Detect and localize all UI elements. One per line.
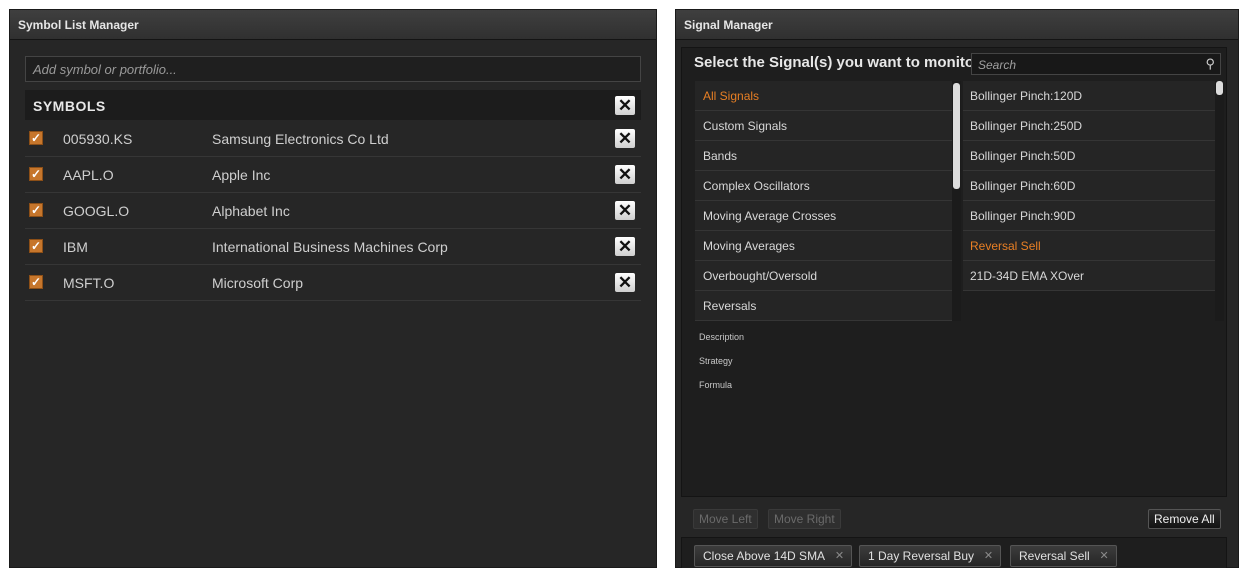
- signal-item[interactable]: Reversal Sell: [963, 231, 1215, 261]
- selected-signal-chip[interactable]: Reversal Sell ✕: [1010, 545, 1117, 567]
- signal-list: Bollinger Pinch:120D Bollinger Pinch:250D…: [963, 81, 1215, 321]
- move-right-button[interactable]: Move Right: [768, 509, 841, 529]
- category-item[interactable]: Bands: [695, 141, 952, 171]
- category-item[interactable]: Moving Average Crosses: [695, 201, 952, 231]
- category-list: All Signals Custom Signals Bands Complex Os…: [695, 81, 952, 321]
- signal-item[interactable]: Bollinger Pinch:50D: [963, 141, 1215, 171]
- category-item[interactable]: Custom Signals: [695, 111, 952, 141]
- panel-title: Symbol List Manager: [10, 10, 656, 40]
- symbol-row[interactable]: ✓ IBM International Business Machines Corp…: [25, 229, 641, 265]
- signal-heading: Select the Signal(s) you want to monitor: [694, 54, 980, 71]
- category-item[interactable]: Complex Oscillators: [695, 171, 952, 201]
- symbols-header: SYMBOLS ✕: [25, 90, 641, 120]
- selected-signals-tray: Close Above 14D SMA ✕ 1 Day Reversal Buy ✕ R…: [681, 537, 1227, 568]
- signal-selector: Select the Signal(s) you want to monitor…: [681, 47, 1227, 497]
- category-scrollbar[interactable]: [952, 81, 961, 321]
- symbol-checkbox[interactable]: ✓: [29, 275, 43, 289]
- category-item[interactable]: Overbought/Oversold: [695, 261, 952, 291]
- remove-symbol-button[interactable]: ✕: [615, 165, 635, 184]
- symbol-name: International Business Machines Corp: [212, 239, 448, 255]
- symbol-code: AAPL.O: [63, 167, 114, 183]
- signal-item[interactable]: 21D-34D EMA XOver: [963, 261, 1215, 291]
- symbol-code: IBM: [63, 239, 88, 255]
- selected-signal-chip[interactable]: Close Above 14D SMA ✕: [694, 545, 853, 567]
- selected-signal-chip[interactable]: 1 Day Reversal Buy ✕: [859, 545, 1002, 567]
- signal-manager-panel: Signal Manager Select the Signal(s) you …: [675, 9, 1239, 568]
- symbol-code: 005930.KS: [63, 131, 133, 147]
- symbol-checkbox[interactable]: ✓: [29, 203, 43, 217]
- signal-item[interactable]: Bollinger Pinch:60D: [963, 171, 1215, 201]
- remove-symbol-button[interactable]: ✕: [615, 129, 635, 148]
- symbol-checkbox[interactable]: ✓: [29, 239, 43, 253]
- info-label: Strategy: [699, 356, 733, 366]
- symbol-list-manager-panel: Symbol List Manager Add symbol or portfo…: [9, 9, 657, 568]
- search-placeholder: Search: [978, 58, 1017, 72]
- remove-symbol-button[interactable]: ✕: [615, 237, 635, 256]
- symbol-checkbox[interactable]: ✓: [29, 131, 43, 145]
- chip-label: Reversal Sell: [1019, 549, 1090, 563]
- signal-item[interactable]: Bollinger Pinch:250D: [963, 111, 1215, 141]
- symbol-code: GOOGL.O: [63, 203, 130, 219]
- signal-scrollbar[interactable]: [1215, 81, 1224, 321]
- symbol-checkbox[interactable]: ✓: [29, 167, 43, 181]
- symbol-row[interactable]: ✓ 005930.KS Samsung Electronics Co Ltd ✕: [25, 121, 641, 157]
- category-item[interactable]: Moving Averages: [695, 231, 952, 261]
- symbol-row[interactable]: ✓ MSFT.O Microsoft Corp ✕: [25, 265, 641, 301]
- chip-remove-icon[interactable]: ✕: [1099, 546, 1108, 566]
- symbol-name: Apple Inc: [212, 167, 271, 183]
- symbol-row[interactable]: ✓ GOOGL.O Alphabet Inc ✕: [25, 193, 641, 229]
- search-icon[interactable]: ⚲: [1205, 56, 1215, 72]
- symbol-name: Samsung Electronics Co Ltd: [212, 131, 389, 147]
- chip-remove-icon[interactable]: ✕: [984, 546, 993, 566]
- symbol-row[interactable]: ✓ AAPL.O Apple Inc ✕: [25, 157, 641, 193]
- category-item[interactable]: All Signals: [695, 81, 952, 111]
- add-symbol-input[interactable]: Add symbol or portfolio...: [25, 56, 641, 82]
- signal-item[interactable]: Bollinger Pinch:120D: [963, 81, 1215, 111]
- signal-item[interactable]: Bollinger Pinch:90D: [963, 201, 1215, 231]
- symbol-name: Alphabet Inc: [212, 203, 290, 219]
- chip-label: 1 Day Reversal Buy: [868, 549, 975, 563]
- symbol-code: MSFT.O: [63, 275, 115, 291]
- category-item[interactable]: Reversals: [695, 291, 952, 321]
- chip-remove-icon[interactable]: ✕: [835, 546, 844, 566]
- remove-all-button[interactable]: Remove All: [1148, 509, 1221, 529]
- remove-all-symbols-button[interactable]: ✕: [615, 96, 635, 115]
- symbols-header-label: SYMBOLS: [33, 98, 106, 114]
- panel-title: Signal Manager: [676, 10, 1238, 40]
- signal-search-input[interactable]: Search ⚲: [971, 53, 1221, 75]
- move-left-button[interactable]: Move Left: [693, 509, 758, 529]
- chip-label: Close Above 14D SMA: [703, 549, 826, 563]
- remove-symbol-button[interactable]: ✕: [615, 201, 635, 220]
- info-label: Description: [699, 332, 745, 342]
- symbol-name: Microsoft Corp: [212, 275, 304, 291]
- remove-symbol-button[interactable]: ✕: [615, 273, 635, 292]
- info-label: Formula: [699, 380, 733, 390]
